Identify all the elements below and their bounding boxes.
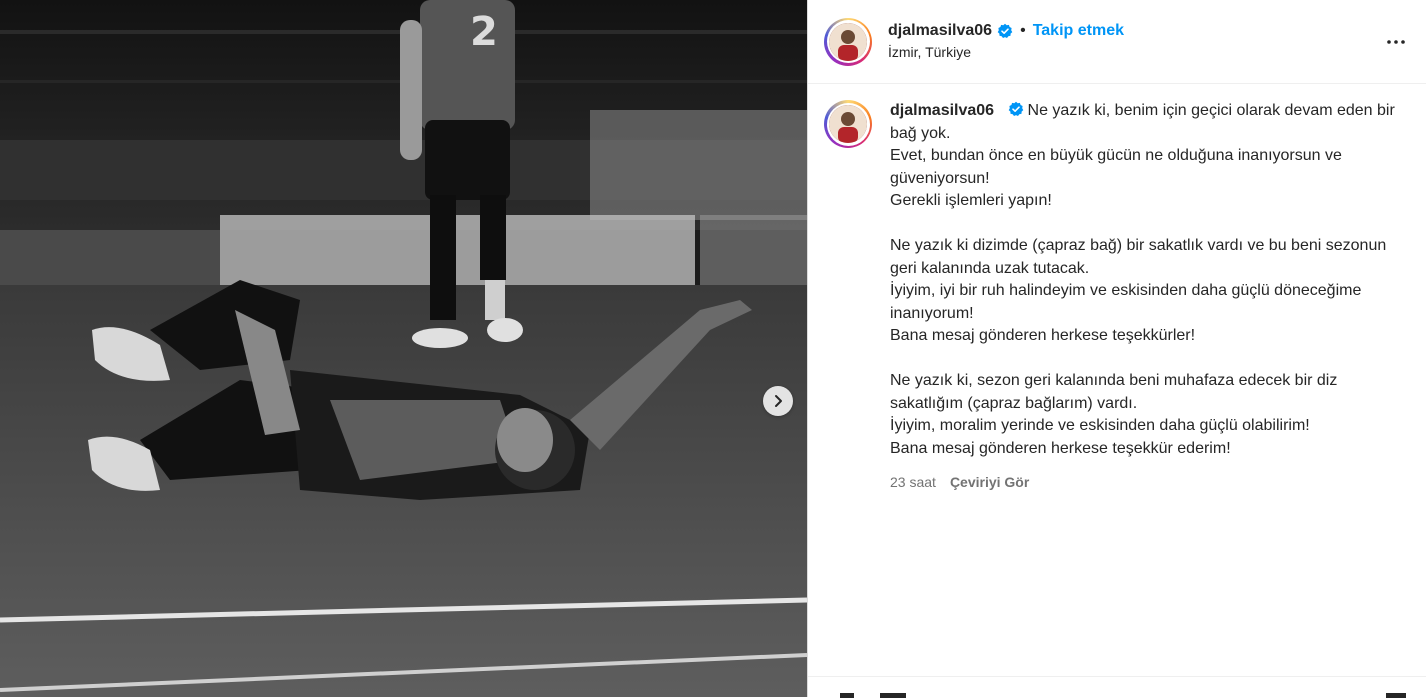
save-icon[interactable]	[1386, 693, 1406, 698]
post-photo[interactable]: 2	[0, 0, 807, 697]
caption-line: İyiyim, iyi bir ruh halindeyim ve eskisi…	[890, 282, 1362, 322]
post-time[interactable]: 23 saat	[890, 474, 936, 490]
like-icon[interactable]	[840, 693, 854, 698]
caption-line: Gerekli işlemleri yapın!	[890, 192, 1052, 209]
avatar-photo-icon	[829, 22, 867, 61]
avatar-photo-icon	[829, 105, 867, 143]
caption-text: djalmasilva06 Ne yazık ki, benim için ge…	[890, 100, 1395, 460]
more-options-button[interactable]	[1384, 30, 1408, 54]
caption-line: Bana mesaj gönderen herkese teşekkürler!	[890, 327, 1196, 344]
follow-button[interactable]: Takip etmek	[1033, 22, 1124, 40]
caption-avatar[interactable]	[824, 100, 872, 148]
caption-line: İyiyim, moralim yerinde ve eskisinden da…	[890, 417, 1310, 434]
caption-meta: 23 saat Çeviriyi Gör	[890, 474, 1395, 490]
instagram-post: 2 djalmasilva06 • Takip etmek İzmir, Tür…	[0, 0, 1426, 698]
post-sidebar: djalmasilva06 • Takip etmek İzmir, Türki…	[807, 0, 1426, 698]
more-options-icon	[1387, 40, 1405, 44]
caption-line: Ne yazık ki, sezon geri kalanında beni m…	[890, 372, 1338, 412]
caption-username[interactable]: djalmasilva06	[890, 102, 994, 119]
separator-dot: •	[1020, 21, 1026, 39]
verified-badge-icon	[997, 23, 1013, 38]
caption-line: Evet, bundan önce en büyük gücün ne oldu…	[890, 147, 1342, 187]
next-photo-button[interactable]	[763, 386, 793, 416]
jersey-number: 2	[470, 9, 498, 55]
caption-line: Ne yazık ki dizimde (çapraz bağ) bir sak…	[890, 237, 1387, 277]
action-bar	[808, 676, 1426, 698]
caption-paragraph-3: Ne yazık ki, sezon geri kalanında beni m…	[890, 370, 1395, 460]
location-link[interactable]: İzmir, Türkiye	[888, 44, 1124, 60]
football-photo: 2	[0, 0, 807, 697]
avatar[interactable]	[824, 17, 872, 66]
verified-badge-icon	[1008, 101, 1023, 116]
caption-paragraph-1: djalmasilva06 Ne yazık ki, benim için ge…	[890, 100, 1395, 213]
caption-paragraph-2: Ne yazık ki dizimde (çapraz bağ) bir sak…	[890, 235, 1395, 348]
header-username[interactable]: djalmasilva06	[888, 22, 992, 40]
chevron-right-icon	[775, 395, 782, 407]
caption-line: Bana mesaj gönderen herkese teşekkür ede…	[890, 439, 1231, 457]
post-header: djalmasilva06 • Takip etmek İzmir, Türki…	[808, 0, 1426, 84]
caption: djalmasilva06 Ne yazık ki, benim için ge…	[808, 84, 1426, 490]
see-translation-button[interactable]: Çeviriyi Gör	[950, 474, 1029, 490]
comment-icon[interactable]	[880, 693, 906, 698]
